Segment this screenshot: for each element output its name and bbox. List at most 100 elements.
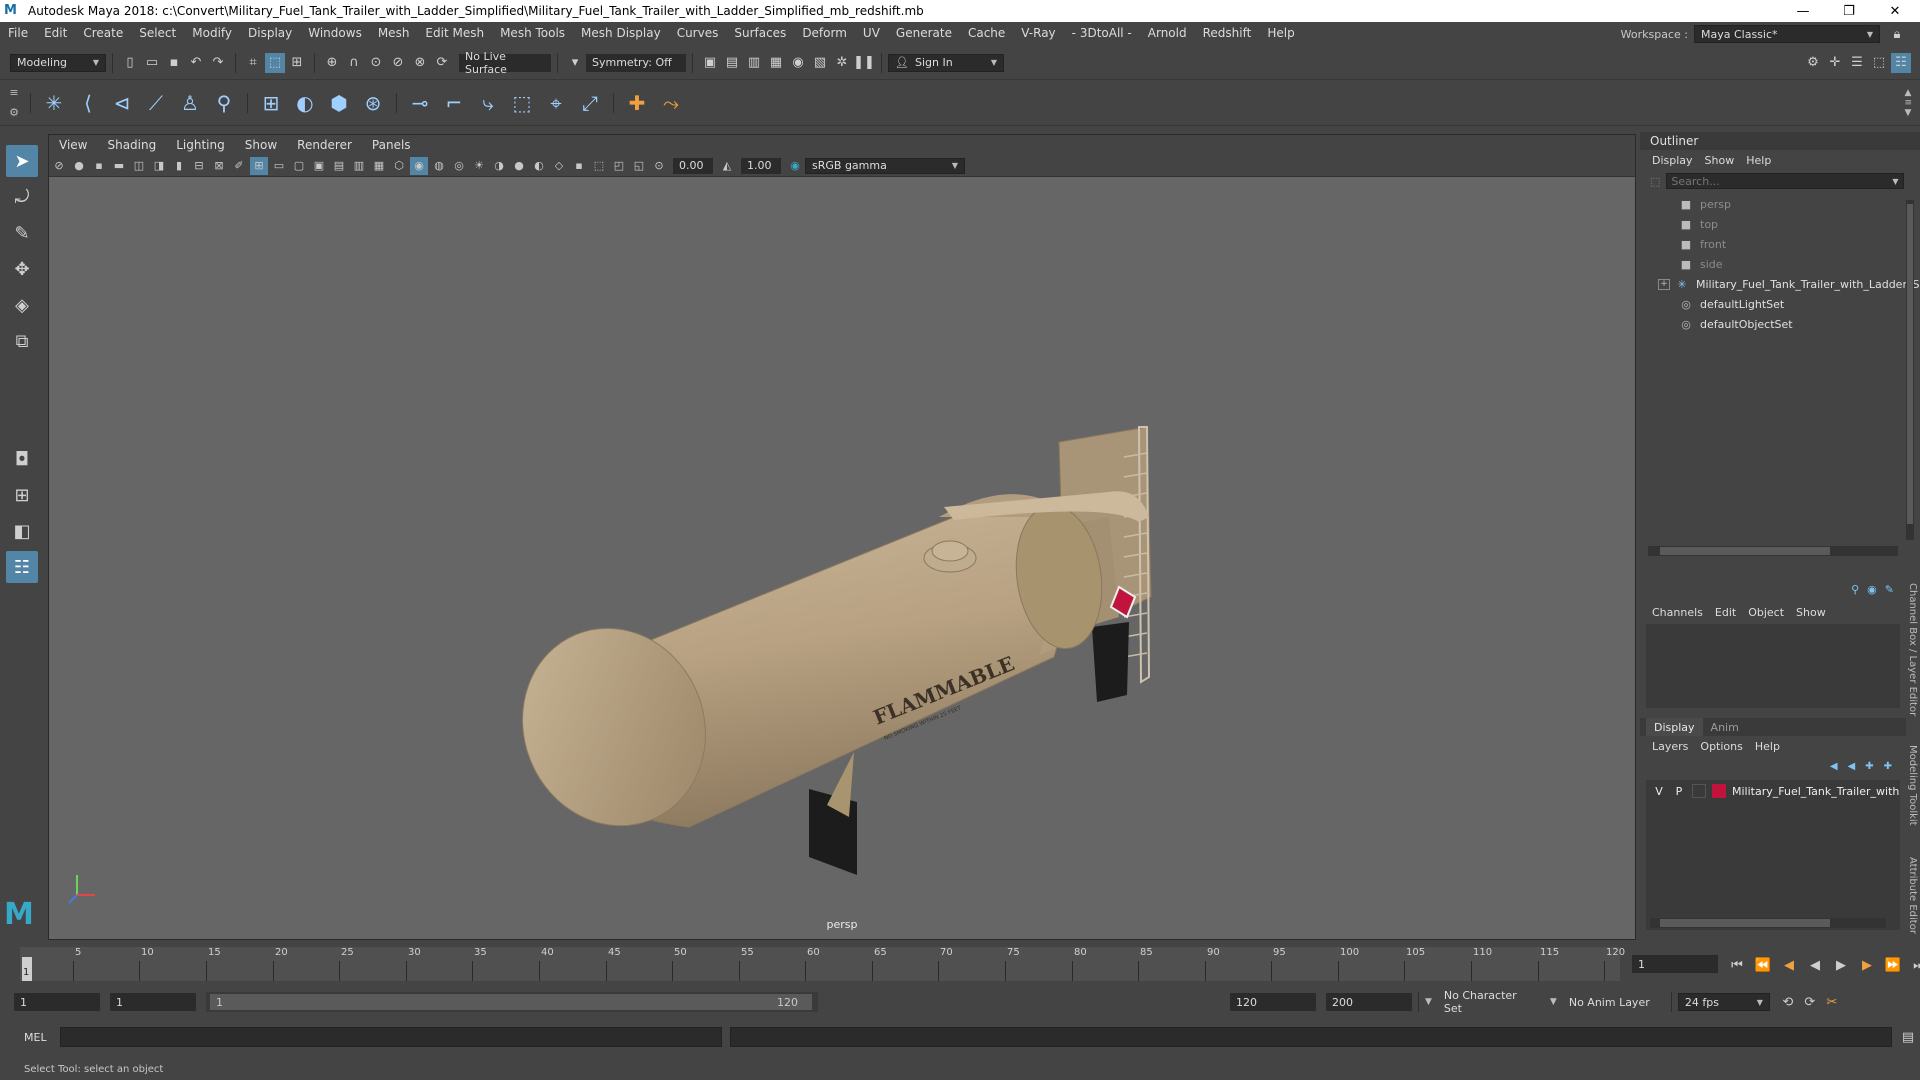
sign-in-dropdown[interactable]: 👤︎ Sign In ▼ bbox=[888, 53, 1004, 72]
menu-cache[interactable]: Cache bbox=[960, 26, 1013, 40]
menu-edit-mesh[interactable]: Edit Mesh bbox=[417, 26, 492, 40]
modeling-toolkit-icon[interactable]: ⚙ bbox=[1803, 53, 1823, 73]
outliner-item-trailer[interactable]: + ✳ Military_Fuel_Tank_Trailer_with_Ladder… bbox=[1658, 274, 1920, 294]
hypershade-icon[interactable]: ◉ bbox=[788, 53, 808, 73]
tab-modeling-toolkit[interactable]: Modeling Toolkit bbox=[1904, 740, 1918, 830]
move-layer-up-icon[interactable]: ◀ bbox=[1830, 761, 1838, 772]
chevron-down-icon[interactable]: ▾ bbox=[565, 53, 585, 73]
tab-channel-box-layer-editor[interactable]: Channel Box / Layer Editor bbox=[1904, 580, 1918, 720]
symmetry-field[interactable]: Symmetry: Off bbox=[586, 53, 686, 72]
layer-tab-display[interactable]: Display bbox=[1646, 718, 1703, 736]
menu-mesh-display[interactable]: Mesh Display bbox=[573, 26, 669, 40]
vp-menu-view[interactable]: View bbox=[49, 138, 97, 152]
outliner-hscroll-thumb[interactable] bbox=[1660, 547, 1830, 555]
quick-rig-icon[interactable]: ♙ bbox=[175, 88, 205, 118]
rotate-tool-icon[interactable]: ◈ bbox=[6, 289, 38, 321]
field-chart-icon[interactable]: ⊟ bbox=[190, 157, 208, 175]
playback-options-icon[interactable]: ⟳ bbox=[1800, 992, 1820, 1012]
snap-point-icon[interactable]: ⊙ bbox=[366, 53, 386, 73]
lock-icon[interactable]: 🔒︎ bbox=[1887, 24, 1907, 44]
constraint-pole-icon[interactable]: ⤢ bbox=[575, 88, 605, 118]
menu-edit[interactable]: Edit bbox=[36, 26, 75, 40]
wireframe-icon[interactable]: ▭ bbox=[270, 157, 288, 175]
snap-surface-icon[interactable]: ⊗ bbox=[410, 53, 430, 73]
constraint-parent-icon[interactable]: ⊸ bbox=[405, 88, 435, 118]
select-tool-icon[interactable]: ➤ bbox=[6, 145, 38, 177]
light-editor-icon[interactable]: ✲ bbox=[832, 53, 852, 73]
range-thumb[interactable]: 1 120 bbox=[210, 994, 812, 1010]
auto-key-icon[interactable]: ✂ bbox=[1822, 992, 1842, 1012]
layer-menu-layers[interactable]: Layers bbox=[1646, 740, 1694, 753]
filter-icon[interactable]: ⬚ bbox=[1650, 175, 1660, 188]
rigid-bind-icon[interactable]: ⊛ bbox=[358, 88, 388, 118]
step-back-frame-icon[interactable]: ◀ bbox=[1779, 955, 1799, 975]
constraint-orient-icon[interactable]: ⤷ bbox=[473, 88, 503, 118]
exposure-icon[interactable]: ⊙ bbox=[650, 157, 668, 175]
menu-curves[interactable]: Curves bbox=[669, 26, 727, 40]
layer-menu-help[interactable]: Help bbox=[1749, 740, 1786, 753]
vp-menu-panels[interactable]: Panels bbox=[362, 138, 421, 152]
outliner-hscrollbar[interactable] bbox=[1648, 546, 1898, 556]
outliner-menu-help[interactable]: Help bbox=[1740, 154, 1777, 167]
frame-selected-icon[interactable]: ◱ bbox=[630, 157, 648, 175]
minimize-button[interactable]: — bbox=[1780, 0, 1826, 22]
constraint-scale-icon[interactable]: ⬚ bbox=[507, 88, 537, 118]
bookmark-icon[interactable]: ▪ bbox=[90, 157, 108, 175]
menu-vray[interactable]: V-Ray bbox=[1013, 26, 1063, 40]
xray-joints-icon[interactable]: ◍ bbox=[430, 157, 448, 175]
command-input[interactable] bbox=[60, 1027, 722, 1047]
play-forward-icon[interactable]: ▶ bbox=[1831, 955, 1851, 975]
redo-icon[interactable]: ↷ bbox=[208, 53, 228, 73]
outliner-vscrollbar[interactable] bbox=[1906, 200, 1914, 540]
select-hierarchy-icon[interactable]: ⌗ bbox=[243, 53, 263, 73]
smooth-bind-icon[interactable]: ⬢ bbox=[324, 88, 354, 118]
default-material-icon[interactable]: ▤ bbox=[330, 157, 348, 175]
shade-wire-icon[interactable]: ▣ bbox=[310, 157, 328, 175]
vp-menu-lighting[interactable]: Lighting bbox=[166, 138, 235, 152]
layer-tab-anim[interactable]: Anim bbox=[1703, 721, 1747, 734]
menu-generate[interactable]: Generate bbox=[888, 26, 960, 40]
textured-icon[interactable]: ▥ bbox=[350, 157, 368, 175]
new-layer-icon[interactable]: ✚ bbox=[1865, 761, 1873, 772]
joint-tool-icon[interactable]: ✳ bbox=[39, 88, 69, 118]
xray-icon[interactable]: ◉ bbox=[410, 156, 428, 175]
bone-icon[interactable]: ⟋ bbox=[141, 88, 171, 118]
undo-icon[interactable]: ↶ bbox=[186, 53, 206, 73]
outliner-menu-display[interactable]: Display bbox=[1646, 154, 1699, 167]
new-layer-selected-icon[interactable]: ✚ bbox=[1884, 761, 1892, 772]
channels-menu-show[interactable]: Show bbox=[1790, 606, 1832, 619]
shelf-scroll[interactable]: ▲ ≡ ▼ bbox=[1904, 88, 1912, 118]
gamma-field[interactable]: 1.00 bbox=[741, 157, 781, 174]
outliner-menu-show[interactable]: Show bbox=[1699, 154, 1741, 167]
ik-handle-icon[interactable]: ⟨ bbox=[73, 88, 103, 118]
layer-name[interactable]: Military_Fuel_Tank_Trailer_with bbox=[1732, 785, 1899, 798]
layer-color-swatch[interactable] bbox=[1712, 784, 1726, 798]
play-backward-icon[interactable]: ◀ bbox=[1805, 955, 1825, 975]
film-gate-icon[interactable]: ◫ bbox=[130, 157, 148, 175]
smooth-shade-icon[interactable]: ▢ bbox=[290, 157, 308, 175]
render-setup-icon[interactable]: ▧ bbox=[810, 53, 830, 73]
layer-hscrollbar[interactable] bbox=[1650, 918, 1886, 928]
camera-attributes-icon[interactable]: ⊘ bbox=[50, 157, 68, 175]
character-set-field[interactable]: No Character Set bbox=[1437, 989, 1544, 1015]
gamma-icon[interactable]: ◭ bbox=[718, 157, 736, 175]
xray-components-icon[interactable]: ◎ bbox=[450, 157, 468, 175]
outliner-search-input[interactable] bbox=[1666, 173, 1905, 189]
step-forward-key-icon[interactable]: ⏩ bbox=[1883, 955, 1903, 975]
key-icon[interactable]: ⚲ bbox=[1851, 583, 1859, 596]
range-bar[interactable]: 1 120 bbox=[206, 992, 818, 1012]
lasso-tool-icon[interactable]: ⤾ bbox=[6, 181, 38, 213]
close-button[interactable]: ✕ bbox=[1872, 0, 1918, 22]
depth-of-field-icon[interactable]: ◇ bbox=[550, 157, 568, 175]
select-component-icon[interactable]: ⊞ bbox=[287, 53, 307, 73]
viewport-persp[interactable]: View Shading Lighting Show Renderer Pane… bbox=[48, 134, 1636, 940]
expand-icon[interactable]: + bbox=[1658, 278, 1670, 290]
bind-skin-icon[interactable]: ⊞ bbox=[256, 88, 286, 118]
grid-icon[interactable]: ⊞ bbox=[250, 156, 268, 175]
outliner-item-top[interactable]: ■ top bbox=[1678, 214, 1920, 234]
channels-menu-channels[interactable]: Channels bbox=[1646, 606, 1709, 619]
color-space-dropdown[interactable]: sRGB gamma ▼ bbox=[805, 157, 965, 174]
lights-icon[interactable]: ▦ bbox=[370, 157, 388, 175]
menu-mesh-tools[interactable]: Mesh Tools bbox=[492, 26, 573, 40]
step-forward-frame-icon[interactable]: ▶ bbox=[1857, 955, 1877, 975]
